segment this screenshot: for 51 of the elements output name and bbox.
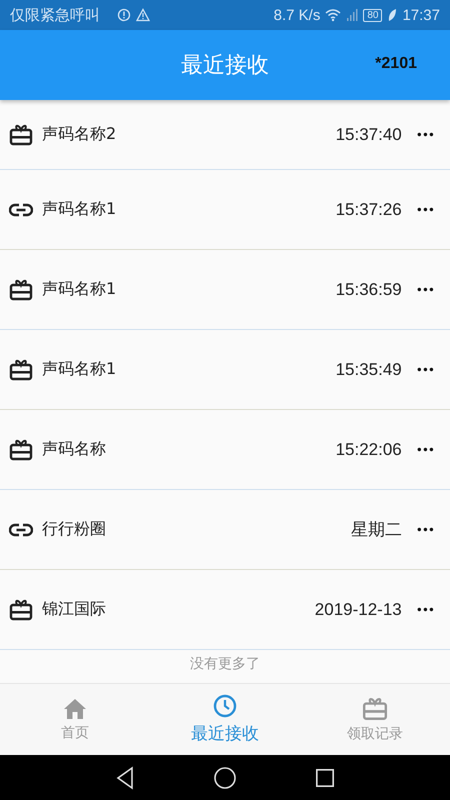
list-item[interactable]: 行行粉圈 星期二 ••• [0,490,450,570]
list-item[interactable]: 声码名称1 15:36:59 ••• [0,250,450,330]
list-item[interactable]: 声码名称1 15:37:26 ••• [0,170,450,250]
back-icon[interactable] [115,766,135,790]
item-time: 星期二 [350,519,402,541]
battery-indicator: 80 [363,8,382,22]
more-button[interactable]: ••• [416,442,434,456]
home-circle-icon[interactable] [213,766,237,790]
item-name: 声码名称1 [42,279,118,300]
home-icon [63,698,87,720]
leaf-icon [387,8,398,22]
clock-icon [213,694,237,718]
gift-card-icon [362,696,388,720]
gift-card-icon [9,438,33,460]
item-time: 15:37:26 [336,200,402,220]
more-button[interactable]: ••• [416,128,434,142]
item-time: 15:35:49 [336,360,402,380]
item-time: 15:37:40 [336,124,402,144]
item-time: 2019-12-13 [314,600,402,620]
clock-time: 17:37 [402,6,440,24]
network-speed: 8.7 K/s [274,6,320,24]
more-button[interactable]: ••• [416,362,434,376]
more-button[interactable]: ••• [416,602,434,616]
signal-icon [346,8,358,22]
more-button[interactable]: ••• [416,202,434,216]
list-item[interactable]: 声码名称 15:22:06 ••• [0,410,450,490]
item-name: 声码名称 [42,439,107,460]
page-title: 最近接收 [181,52,269,80]
carrier-text: 仅限紧急呼叫 [10,6,100,24]
gift-card-icon [9,598,33,620]
more-button[interactable]: ••• [416,282,434,296]
list-end-text: 没有更多了 [189,655,261,672]
item-time: 15:22:06 [336,440,402,460]
item-name: 锦江国际 [42,599,107,620]
list-item[interactable]: 声码名称2 15:37:40 ••• [0,100,450,170]
item-name: 声码名称1 [42,359,118,380]
item-name: 行行粉圈 [42,519,107,540]
gift-card-icon [9,358,33,380]
more-button[interactable]: ••• [416,522,434,536]
gift-card-icon [9,124,33,146]
gift-card-icon [9,278,33,300]
alert-icon [117,8,131,22]
account-number: *2101 [375,55,417,73]
item-name: 声码名称1 [42,199,118,220]
warning-icon [136,8,150,22]
item-name: 声码名称2 [42,124,118,145]
item-time: 15:36:59 [336,280,402,300]
list-item[interactable]: 声码名称1 15:35:49 ••• [0,330,450,410]
recents-icon[interactable] [315,768,335,788]
list-item[interactable]: 锦江国际 2019-12-13 ••• [0,570,450,650]
wifi-icon [325,8,342,22]
